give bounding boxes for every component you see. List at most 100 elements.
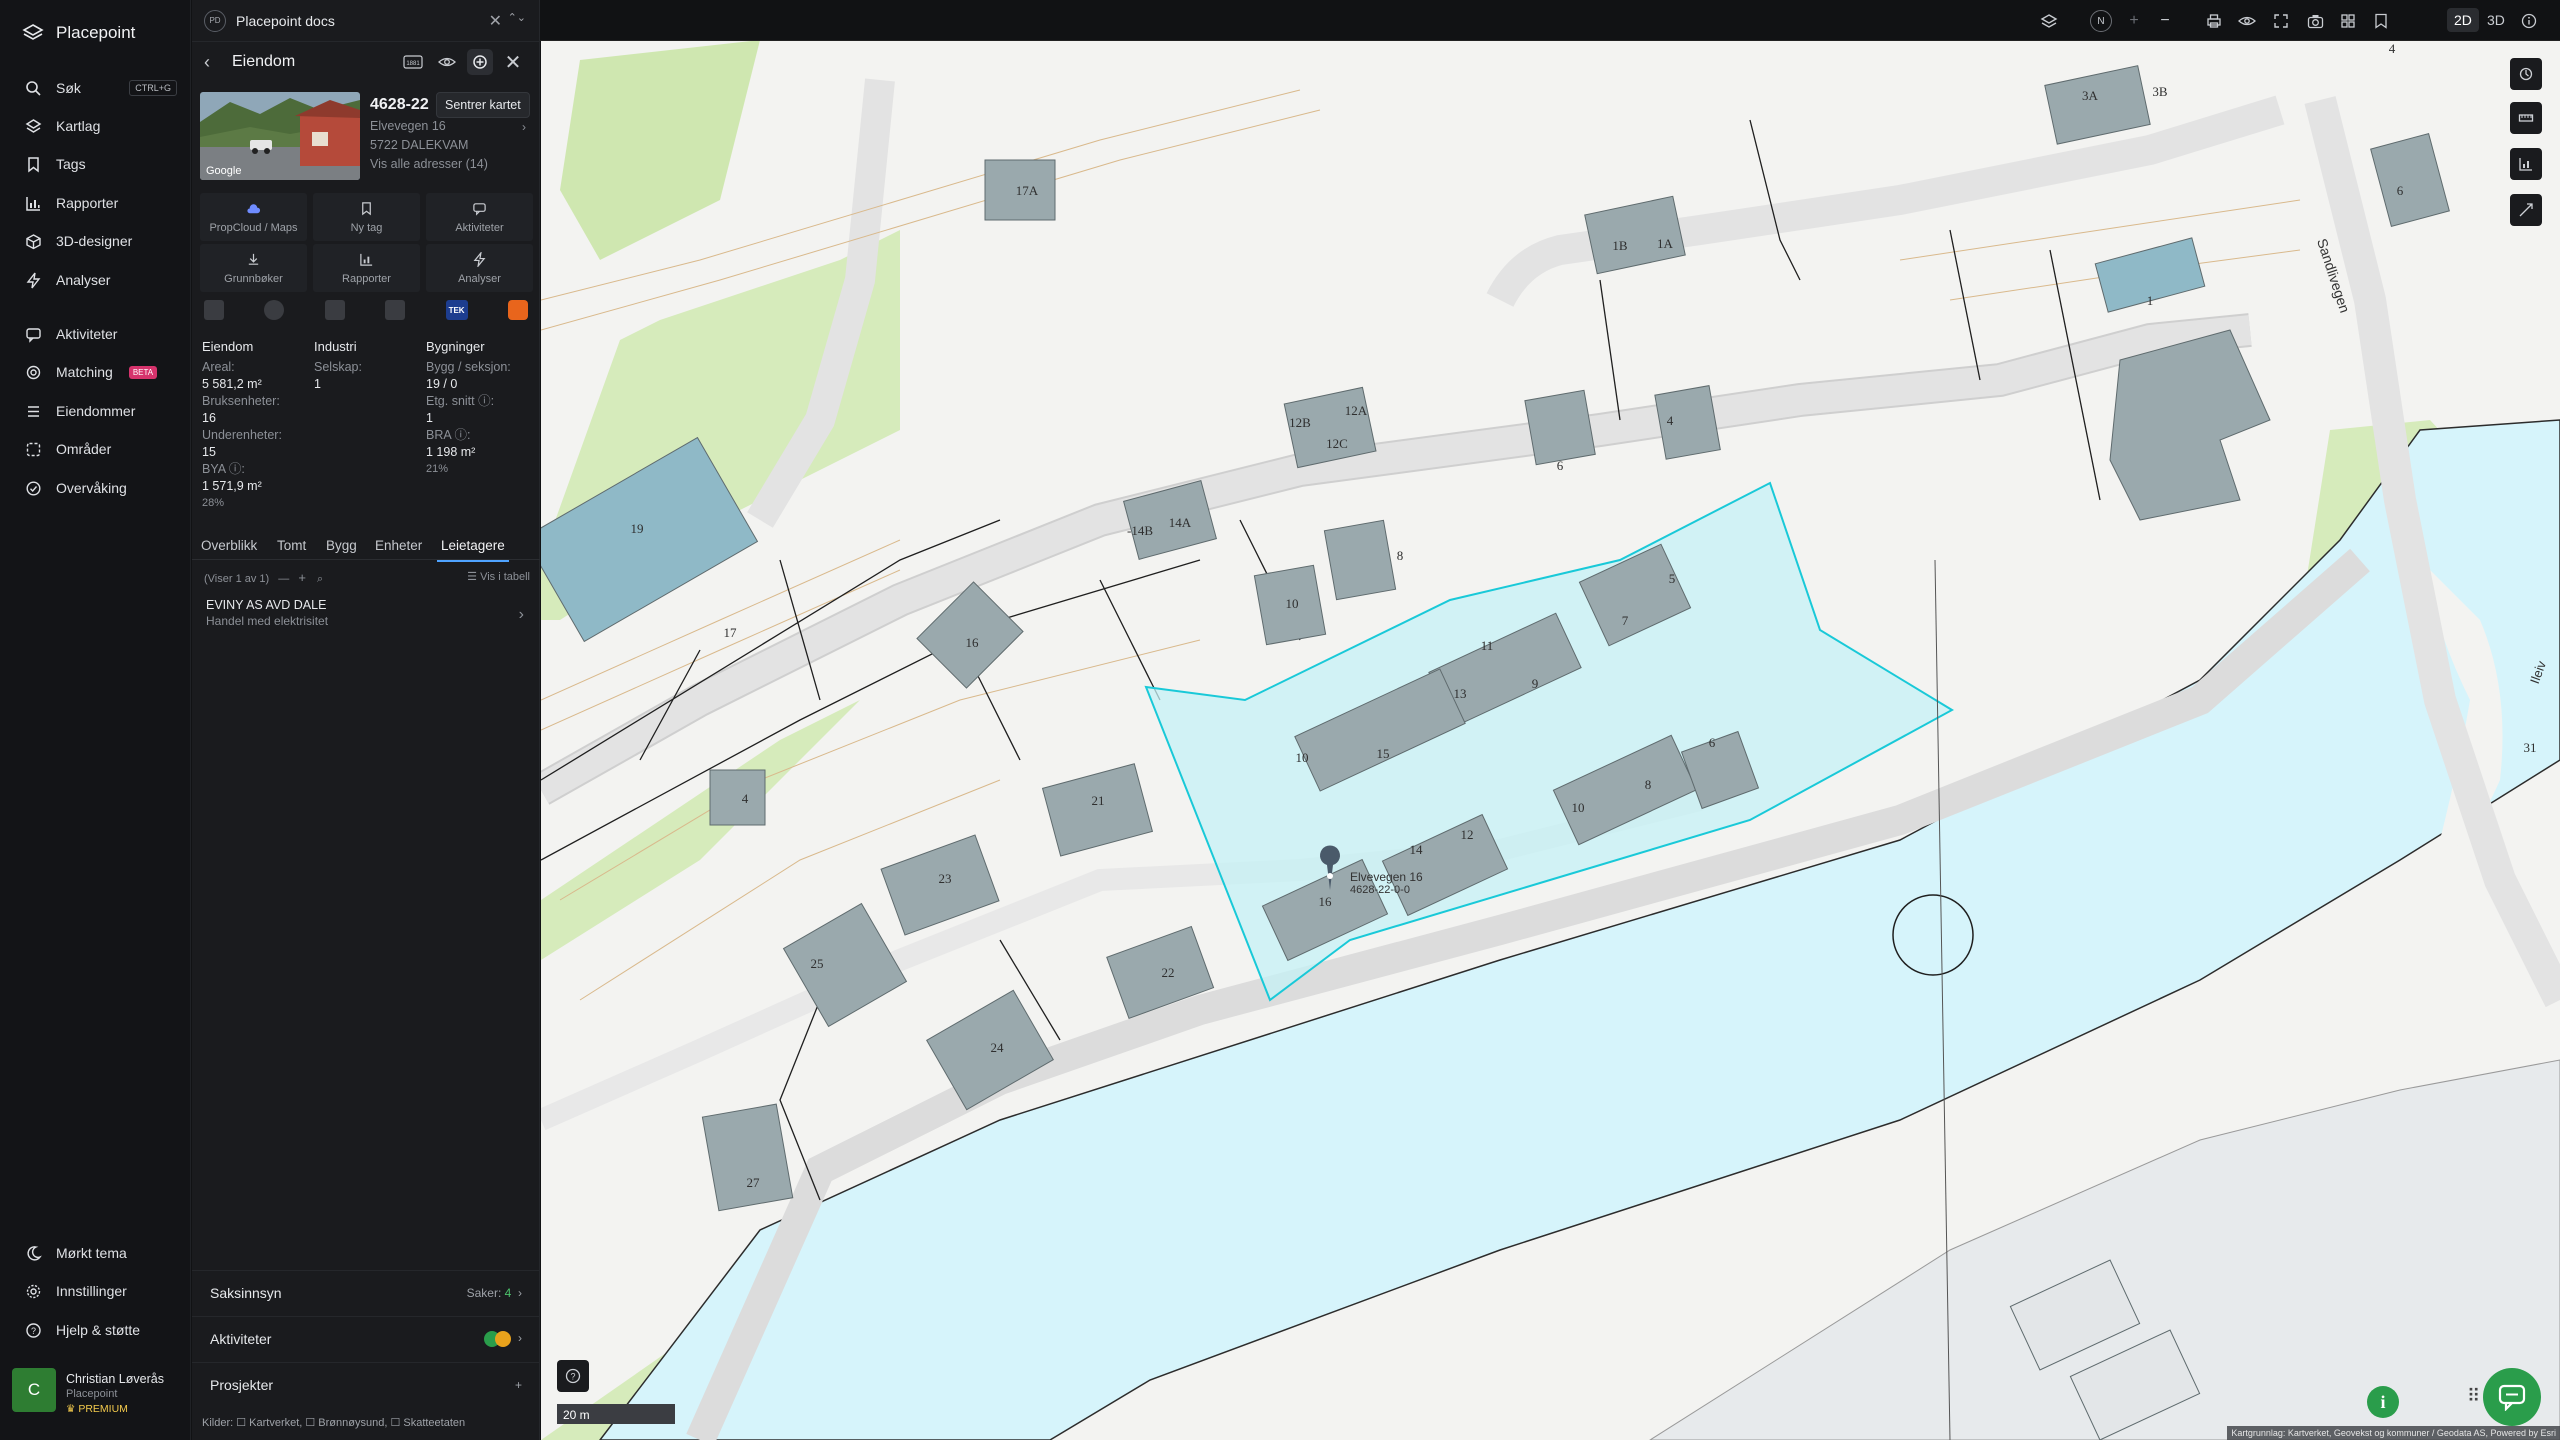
show-all-addresses-link[interactable]: Vis alle adresser (14)	[370, 157, 530, 171]
property-photo[interactable]: Google	[200, 92, 360, 180]
fullscreen-icon[interactable]	[2270, 10, 2292, 32]
mode-2d-button[interactable]: 2D	[2447, 8, 2479, 32]
plus-icon[interactable]: +	[298, 570, 306, 585]
new-tag-button[interactable]: Ny tag	[313, 193, 420, 241]
center-map-icon[interactable]	[467, 49, 493, 75]
nav-label: Mørkt tema	[56, 1245, 127, 1261]
nav-label: Hjelp & støtte	[56, 1322, 141, 1338]
tab-enheter[interactable]: Enheter	[375, 538, 422, 553]
integration-signal-icon[interactable]	[385, 300, 406, 320]
section-saksinnsyn[interactable]: Saksinnsyn Saker: 4 ›	[192, 1270, 540, 1314]
chevron-right-icon[interactable]: ›	[522, 120, 526, 134]
tenant-name: EVINY AS AVD DALE	[206, 598, 327, 612]
stat-value: 15	[202, 445, 216, 459]
list-item[interactable]: EVINY AS AVD DALE Handel med elektrisite…	[192, 598, 540, 638]
nav-label: Eiendommer	[56, 403, 136, 419]
integration-tek-icon[interactable]: TEK	[445, 300, 468, 320]
user-company: Placepoint	[66, 1388, 118, 1400]
back-arrow-icon[interactable]: ‹	[204, 52, 210, 73]
nav-item-dark-theme[interactable]: Mørkt tema	[0, 1237, 191, 1269]
camera-icon[interactable]	[2304, 10, 2326, 32]
nav-item-analyser[interactable]: Analyser	[0, 264, 191, 296]
analyses-button[interactable]: Analyser	[426, 244, 533, 292]
stat-key: Bruksenheter:	[202, 394, 280, 408]
integration-plant-icon[interactable]	[324, 300, 345, 320]
map-svg[interactable]: Elvevegen 16 4628-22-0-0 Sandlivegen Ile…	[541, 41, 2560, 1440]
drag-handle-icon[interactable]: ⠿	[2467, 1386, 2480, 1407]
zoom-out-icon[interactable]: −	[2154, 10, 2176, 32]
stat-value: 5 581,2 m²	[202, 377, 262, 391]
integration-se-icon[interactable]	[204, 300, 224, 320]
info-circle-icon[interactable]	[2518, 10, 2540, 32]
info-button[interactable]: i	[2367, 1386, 2399, 1418]
north-compass-icon[interactable]: N	[2090, 10, 2112, 32]
minus-icon[interactable]: —	[278, 573, 289, 585]
tab-overblikk[interactable]: Overblikk	[201, 538, 257, 553]
activities-button[interactable]: Aktiviteter	[426, 193, 533, 241]
user-profile[interactable]: C Christian Løverås Placepoint ♛ PREMIUM	[12, 1368, 182, 1428]
chevron-updown-icon[interactable]: ⌃⌄	[508, 11, 526, 24]
property-summary: 4628-22 Elvevegen 16 5722 DALEKVAM Vis a…	[370, 96, 530, 171]
chat-support-button[interactable]	[2483, 1368, 2541, 1426]
layers-stack-icon[interactable]	[2038, 10, 2060, 32]
section-prosjekter[interactable]: Prosjekter +	[192, 1362, 540, 1406]
propcloud-button[interactable]: PropCloud / Maps	[200, 193, 307, 241]
reports-button[interactable]: Rapporter	[313, 244, 420, 292]
bookmark-icon[interactable]	[2370, 10, 2392, 32]
nav-item-help[interactable]: ? Hjelp & støtte	[0, 1314, 191, 1346]
integration-globe-icon[interactable]	[264, 300, 285, 320]
close-panel-icon[interactable]: ✕	[500, 49, 526, 75]
eye-icon[interactable]	[434, 49, 460, 75]
nav-item-3d-designer[interactable]: 3D-designer	[0, 225, 191, 257]
nav-item-kartlag[interactable]: Kartlag	[0, 110, 191, 142]
action-label: Rapporter	[342, 272, 391, 285]
ruler-icon[interactable]	[2510, 102, 2542, 134]
land-registry-button[interactable]: Grunnbøker	[200, 244, 307, 292]
zoom-in-icon[interactable]: +	[2123, 10, 2145, 32]
nav-item-overvaking[interactable]: Overvåking	[0, 472, 191, 504]
nav-item-aktiviteter[interactable]: Aktiviteter	[0, 318, 191, 350]
card-icon[interactable]: 1881	[400, 49, 426, 75]
bar-chart-icon	[360, 253, 373, 266]
nav-item-rapporter[interactable]: Rapporter	[0, 187, 191, 219]
tab-tomt[interactable]: Tomt	[277, 538, 306, 553]
nav-item-omrader[interactable]: Områder	[0, 433, 191, 465]
house-number-label: 16	[966, 635, 980, 650]
close-icon[interactable]: ✕	[489, 11, 502, 31]
nav-label: Tags	[56, 156, 86, 172]
map-help-button[interactable]: ?	[557, 1360, 589, 1392]
property-tabs: Overblikk Tomt Bygg Enheter Leietagere	[192, 530, 540, 562]
plus-icon[interactable]: +	[515, 1378, 522, 1392]
main-navigation: Placepoint Søk CTRL+G Kartlag Tags Rappo…	[0, 0, 191, 1440]
workspace-title[interactable]: Placepoint docs	[236, 13, 335, 29]
chart-tool-icon[interactable]	[2510, 148, 2542, 180]
nav-item-sok[interactable]: Søk CTRL+G	[0, 72, 191, 104]
measure-tool-icon[interactable]	[2510, 194, 2542, 226]
nav-item-tags[interactable]: Tags	[0, 148, 191, 180]
tab-bygg[interactable]: Bygg	[326, 538, 357, 553]
action-label: PropCloud / Maps	[209, 221, 298, 234]
nav-item-eiendommer[interactable]: Eiendommer	[0, 395, 191, 427]
nav-item-settings[interactable]: Innstillinger	[0, 1275, 191, 1307]
section-aktiviteter[interactable]: Aktiviteter ›	[192, 1316, 540, 1360]
search-icon[interactable]: ⌕	[317, 573, 323, 585]
house-number-label: 10	[1572, 800, 1585, 815]
map-toolbar: N + − 2D 3D	[540, 0, 2560, 41]
brand[interactable]: Placepoint	[22, 20, 135, 46]
grid-icon[interactable]	[2337, 10, 2359, 32]
nav-item-matching[interactable]: Matching BETA	[0, 356, 191, 388]
monitor-check-icon	[26, 480, 41, 496]
house-number-label: 8	[1397, 548, 1404, 563]
map-layer-tool-icon[interactable]	[2510, 58, 2542, 90]
mode-3d-button[interactable]: 3D	[2480, 8, 2512, 32]
print-icon[interactable]	[2203, 10, 2225, 32]
eye-icon[interactable]	[2236, 10, 2258, 32]
house-number-label: 19	[631, 521, 644, 536]
map-canvas[interactable]: Elvevegen 16 4628-22-0-0 Sandlivegen Ile…	[541, 41, 2560, 1440]
table-toggle[interactable]: ☰ Vis i tabell	[467, 570, 530, 583]
brand-name: Placepoint	[56, 23, 136, 42]
photo-credit: Google	[206, 165, 241, 177]
integration-icons: TEK	[200, 300, 532, 324]
tab-leietagere[interactable]: Leietagere	[437, 538, 509, 562]
integration-d-icon[interactable]	[507, 300, 528, 320]
